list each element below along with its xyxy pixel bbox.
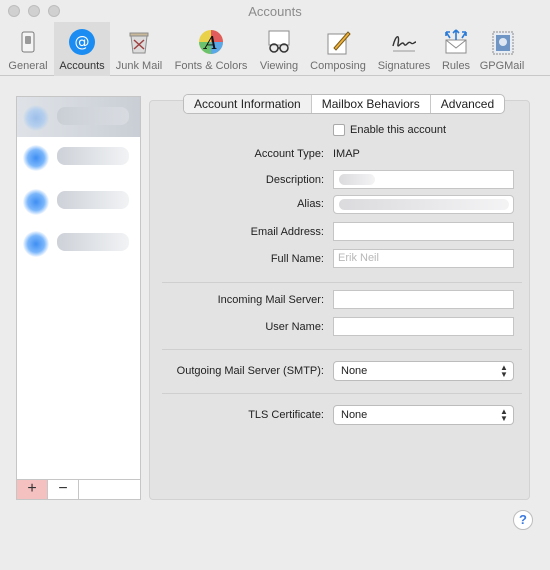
tls-certificate-select[interactable]: None ▲ ▼	[333, 405, 514, 425]
toolbar-rules-label: Rules	[441, 60, 471, 72]
account-list-item[interactable]	[17, 181, 140, 221]
preferences-toolbar: General @ Accounts Junk Mail A Fonts & C…	[0, 22, 550, 76]
full-name-label: Full Name:	[270, 253, 324, 265]
account-name-redacted	[57, 147, 129, 165]
window-title: Accounts	[248, 4, 302, 19]
signature-icon	[392, 36, 417, 52]
email-address-field[interactable]	[333, 222, 514, 241]
svg-text:@: @	[75, 33, 90, 51]
alias-label: Alias:	[297, 198, 324, 210]
account-type-label: Account Type:	[254, 148, 324, 160]
at-sign-icon: @	[69, 29, 95, 55]
section-divider	[162, 393, 522, 394]
toolbar-general[interactable]: General	[4, 22, 52, 76]
account-list-controls: + −	[17, 479, 140, 499]
tab-mailbox-behaviors[interactable]: Mailbox Behaviors	[312, 95, 431, 113]
section-divider	[162, 282, 522, 283]
section-divider	[162, 349, 522, 350]
toolbar-rules[interactable]: Rules	[438, 22, 474, 76]
toolbar-general-label: General	[8, 60, 48, 72]
toolbar-fonts-colors[interactable]: A Fonts & Colors	[170, 22, 252, 76]
account-name-redacted	[57, 107, 129, 125]
chevron-updown-icon: ▲ ▼	[500, 407, 508, 423]
toolbar-gpgmail-label: GPGMail	[479, 60, 525, 72]
alias-field[interactable]	[333, 195, 514, 214]
remove-account-button[interactable]: −	[48, 480, 79, 499]
envelope-arrows-icon	[445, 29, 467, 54]
email-address-label: Email Address:	[250, 226, 324, 238]
account-avatar	[23, 189, 49, 215]
account-name-redacted	[57, 233, 129, 251]
svg-text:A: A	[203, 33, 218, 54]
tab-account-information[interactable]: Account Information	[184, 95, 312, 113]
glasses-icon	[268, 30, 290, 53]
toolbar-accounts-label: Accounts	[59, 60, 105, 72]
toolbar-signatures[interactable]: Signatures	[372, 22, 436, 76]
toolbar-viewing[interactable]: Viewing	[254, 22, 304, 76]
stamp-icon	[492, 31, 514, 55]
switch-icon	[21, 31, 35, 53]
tls-certificate-value: None	[341, 409, 368, 421]
pencil-paper-icon	[327, 31, 351, 55]
account-list-item[interactable]	[17, 97, 140, 137]
account-list-item[interactable]	[17, 223, 140, 263]
outgoing-server-select[interactable]: None ▲ ▼	[333, 361, 514, 381]
toolbar-signatures-label: Signatures	[377, 60, 431, 72]
toolbar-accounts[interactable]: @ Accounts	[54, 22, 110, 76]
help-button[interactable]: ?	[513, 510, 533, 530]
toolbar-gpgmail[interactable]: GPGMail	[476, 22, 528, 76]
color-font-icon: A	[199, 30, 223, 54]
toolbar-junk-mail-label: Junk Mail	[115, 60, 163, 72]
toolbar-viewing-label: Viewing	[259, 60, 299, 72]
account-list-item[interactable]	[17, 137, 140, 177]
description-label: Description:	[265, 174, 324, 186]
account-name-redacted	[57, 191, 129, 209]
add-account-button[interactable]: +	[17, 480, 48, 499]
description-field[interactable]	[333, 170, 514, 189]
tls-certificate-label: TLS Certificate:	[248, 409, 324, 421]
account-type-value: IMAP	[333, 148, 360, 160]
trash-bin-icon	[129, 32, 149, 54]
incoming-server-field[interactable]	[333, 290, 514, 309]
outgoing-server-value: None	[341, 365, 368, 377]
enable-account-label: Enable this account	[350, 124, 447, 136]
user-name-label: User Name:	[265, 321, 324, 333]
redacted-text	[339, 199, 509, 210]
account-avatar	[23, 145, 49, 171]
full-name-field[interactable]: Erik Neil	[333, 249, 514, 268]
toolbar-junk-mail[interactable]: Junk Mail	[112, 22, 166, 76]
redacted-text	[339, 174, 375, 185]
chevron-updown-icon: ▲ ▼	[500, 363, 508, 379]
toolbar-composing-label: Composing	[310, 60, 366, 72]
title-bar: Accounts	[0, 0, 550, 22]
full-name-placeholder: Erik Neil	[338, 252, 379, 264]
toolbar-fonts-colors-label: Fonts & Colors	[174, 60, 248, 72]
enable-account-checkbox[interactable]	[333, 124, 345, 136]
outgoing-server-label: Outgoing Mail Server (SMTP):	[176, 365, 324, 377]
tab-advanced[interactable]: Advanced	[431, 95, 504, 113]
account-avatar	[23, 231, 49, 257]
user-name-field[interactable]	[333, 317, 514, 336]
settings-tabs: Account Information Mailbox Behaviors Ad…	[183, 94, 506, 114]
account-avatar	[23, 105, 49, 131]
account-list[interactable]: + −	[16, 96, 141, 500]
incoming-server-label: Incoming Mail Server:	[217, 294, 324, 306]
toolbar-composing[interactable]: Composing	[306, 22, 370, 76]
